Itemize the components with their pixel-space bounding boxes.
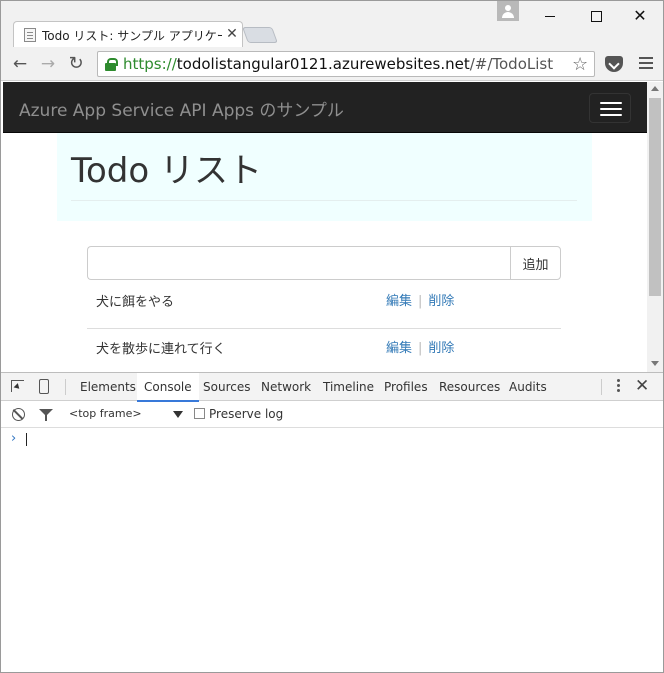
action-separator: | bbox=[418, 294, 423, 309]
devtools-tab-elements[interactable]: Elements bbox=[73, 373, 143, 401]
lock-icon[interactable] bbox=[105, 58, 118, 71]
edit-link[interactable]: 編集 bbox=[386, 294, 412, 309]
filter-icon[interactable] bbox=[39, 409, 53, 421]
chrome-menu-icon[interactable] bbox=[639, 57, 653, 69]
scroll-thumb[interactable] bbox=[649, 98, 661, 296]
address-bar[interactable]: https://todolistangular0121.azurewebsite… bbox=[97, 51, 595, 77]
scroll-up-arrow-icon[interactable] bbox=[651, 86, 659, 91]
forward-arrow-icon[interactable]: → bbox=[37, 53, 59, 75]
page-viewport: Azure App Service API Apps のサンプル Todo リス… bbox=[1, 82, 647, 372]
browser-window: Todo リスト: サンプル アプリケーション ✕ ✕ ← → ↻ https:… bbox=[0, 0, 664, 673]
frame-selector[interactable]: <top frame> bbox=[69, 407, 185, 423]
preserve-log-checkbox[interactable] bbox=[194, 408, 205, 419]
devtools-tab-timeline[interactable]: Timeline bbox=[316, 373, 381, 401]
devtools-tab-profiles[interactable]: Profiles bbox=[377, 373, 435, 401]
action-separator: | bbox=[418, 341, 423, 356]
more-options-icon[interactable] bbox=[613, 377, 623, 397]
back-arrow-icon[interactable]: ← bbox=[9, 53, 31, 75]
window-close-button[interactable]: ✕ bbox=[617, 1, 663, 31]
url-host: todolistangular0121.azurewebsites.net bbox=[176, 55, 470, 73]
browser-toolbar: ← → ↻ https://todolistangular0121.azurew… bbox=[1, 47, 663, 81]
title-bar: Todo リスト: サンプル アプリケーション ✕ ✕ bbox=[1, 1, 663, 47]
url-text[interactable]: https://todolistangular0121.azurewebsite… bbox=[123, 55, 553, 73]
navbar-toggle-button[interactable] bbox=[589, 93, 631, 123]
devtools-tab-sources[interactable]: Sources bbox=[196, 373, 257, 401]
clear-console-icon[interactable] bbox=[12, 408, 25, 421]
edit-link[interactable]: 編集 bbox=[386, 341, 412, 356]
toolbar-divider bbox=[65, 379, 66, 395]
new-tab-button[interactable] bbox=[242, 27, 278, 43]
device-mode-icon[interactable] bbox=[39, 379, 49, 394]
devtools-tab-resources[interactable]: Resources bbox=[432, 373, 507, 401]
console-input-caret[interactable] bbox=[26, 433, 27, 446]
todo-actions: 編集 | 削除 bbox=[386, 337, 454, 356]
add-todo-form: 追加 bbox=[87, 246, 561, 280]
todo-item: 犬に餌をやる 編集 | 削除 bbox=[87, 282, 561, 329]
page-scrollbar[interactable] bbox=[647, 82, 663, 372]
devtools-panel: Elements Console Sources Network Timelin… bbox=[1, 372, 663, 672]
reload-icon[interactable]: ↻ bbox=[65, 53, 87, 75]
navbar-brand[interactable]: Azure App Service API Apps のサンプル bbox=[19, 96, 344, 121]
todo-text: 犬に餌をやる bbox=[96, 295, 175, 310]
toolbar-divider bbox=[601, 379, 602, 395]
todo-input[interactable] bbox=[87, 246, 511, 280]
title-divider bbox=[71, 200, 577, 201]
devtools-tab-console[interactable]: Console bbox=[137, 373, 199, 402]
url-path: /#/TodoList bbox=[469, 55, 554, 73]
console-toolbar: <top frame> Preserve log bbox=[1, 402, 663, 428]
todo-text: 犬を散歩に連れて行く bbox=[96, 342, 226, 357]
preserve-log-label: Preserve log bbox=[209, 407, 284, 421]
browser-tab[interactable]: Todo リスト: サンプル アプリケーション ✕ bbox=[13, 21, 243, 47]
devtools-tab-network[interactable]: Network bbox=[254, 373, 318, 401]
inspect-element-icon[interactable] bbox=[11, 380, 24, 392]
tab-title: Todo リスト: サンプル アプリケーション bbox=[42, 29, 222, 43]
pocket-icon[interactable] bbox=[605, 56, 623, 72]
delete-link[interactable]: 削除 bbox=[428, 294, 454, 309]
devtools-tabbar: Elements Console Sources Network Timelin… bbox=[1, 373, 663, 402]
todo-actions: 編集 | 削除 bbox=[386, 290, 454, 309]
url-scheme: https:// bbox=[123, 55, 177, 73]
add-button[interactable]: 追加 bbox=[510, 246, 561, 280]
console-output[interactable]: › bbox=[1, 429, 663, 672]
user-profile-icon[interactable] bbox=[497, 1, 519, 21]
maximize-button[interactable] bbox=[573, 1, 619, 31]
tab-close-icon[interactable]: ✕ bbox=[224, 25, 240, 43]
dropdown-arrow-icon bbox=[173, 411, 183, 418]
todo-item: 犬を散歩に連れて行く 編集 | 削除 bbox=[87, 329, 561, 372]
minimize-button[interactable] bbox=[527, 1, 573, 31]
page-favicon-icon bbox=[24, 28, 36, 42]
todo-list: 犬に餌をやる 編集 | 削除 犬を散歩に連れて行く 編集 | 削除 bbox=[87, 282, 561, 372]
preserve-log-option[interactable]: Preserve log bbox=[194, 407, 283, 421]
bookmark-star-icon[interactable]: ☆ bbox=[572, 54, 588, 75]
delete-link[interactable]: 削除 bbox=[428, 341, 454, 356]
page-title: Todo リスト bbox=[71, 151, 262, 191]
page-header: Todo リスト bbox=[57, 133, 592, 221]
scroll-down-arrow-icon[interactable] bbox=[651, 361, 659, 366]
console-prompt-icon: › bbox=[11, 431, 17, 446]
app-navbar: Azure App Service API Apps のサンプル bbox=[3, 82, 647, 133]
devtools-tab-audits[interactable]: Audits bbox=[502, 373, 554, 401]
frame-selector-value: <top frame> bbox=[69, 407, 142, 420]
devtools-close-icon[interactable]: ✕ bbox=[635, 376, 649, 396]
